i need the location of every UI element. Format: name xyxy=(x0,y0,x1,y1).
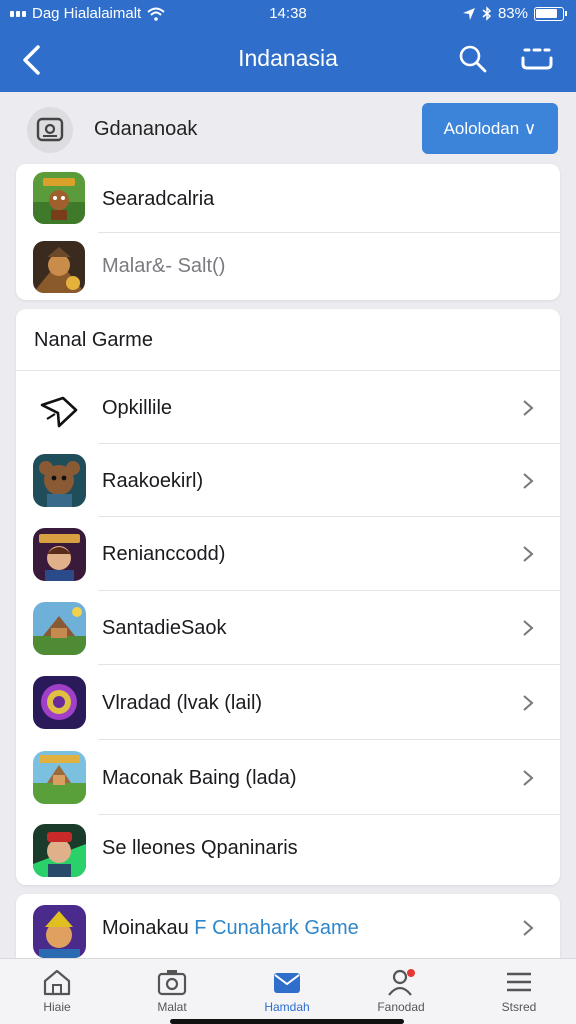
battery-percent: 83% xyxy=(497,5,528,22)
status-right: 83% xyxy=(462,5,567,22)
list-item[interactable]: SantadieSaok xyxy=(16,591,560,665)
more-icon[interactable] xyxy=(517,44,557,76)
camera-avatar[interactable] xyxy=(27,107,73,153)
chevron-right-icon xyxy=(523,546,534,562)
game-thumbnail-icon xyxy=(33,824,86,877)
nav-bar: Indanasia xyxy=(0,28,576,92)
game-thumbnail-icon xyxy=(33,676,86,729)
tab-profile[interactable]: Fanodad xyxy=(361,967,441,1014)
list-item[interactable]: Se lleones Qpaninaris xyxy=(16,815,560,885)
section-header: Nanal Garme xyxy=(16,309,560,371)
game-thumbnail-icon xyxy=(33,751,86,804)
list-item[interactable]: Maconak Baing (lada) xyxy=(16,740,560,815)
list-item[interactable]: Renianccodd) xyxy=(16,517,560,591)
list-item-label: Raakoekirl) xyxy=(102,470,204,492)
recent-list: Searadcalria Malar&- Salt() xyxy=(16,164,560,300)
tab-label: Fanodad xyxy=(377,1000,425,1014)
list-item[interactable]: Opkillile xyxy=(16,371,560,444)
list-item[interactable]: Vlradad (lvak (lail) xyxy=(16,665,560,740)
person-icon xyxy=(388,969,415,996)
promo-text: Moinakau F Cunahark Game xyxy=(102,917,359,940)
games-section: Nanal Garme Opkillile Raakoekirl) Renian… xyxy=(16,309,560,885)
promo-marker: F xyxy=(194,917,207,939)
menu-icon xyxy=(507,972,531,992)
home-icon xyxy=(43,969,71,996)
list-item-label: Renianccodd) xyxy=(102,543,226,565)
promo-highlight: Cunahark Game xyxy=(212,917,359,939)
list-item[interactable]: Searadcalria xyxy=(16,164,560,233)
chevron-right-icon xyxy=(523,473,534,489)
account-row: Gdananoak Aololodan ∨ xyxy=(0,92,576,164)
game-thumbnail-icon xyxy=(33,454,86,507)
game-thumbnail-icon xyxy=(33,905,86,958)
list-item-label: Opkillile xyxy=(102,397,173,419)
list-item-label: SantadieSaok xyxy=(102,617,227,639)
search-icon[interactable] xyxy=(456,42,490,76)
tab-label: Hamdah xyxy=(264,1000,310,1014)
home-indicator xyxy=(170,1019,404,1024)
game-thumbnail-icon xyxy=(33,528,86,581)
location-arrow-icon xyxy=(462,7,475,20)
chevron-right-icon xyxy=(523,770,534,786)
tab-bar: Hiaie Malat Hamdah Fanodad Stsred xyxy=(0,958,576,1024)
list-item-label: Searadcalria xyxy=(102,188,215,210)
tab-label: Hiaie xyxy=(43,1000,71,1014)
download-button[interactable]: Aololodan ∨ xyxy=(422,103,558,154)
list-item-label: Malar&- Salt() xyxy=(102,255,226,277)
list-item-label: Vlradad (lvak (lail) xyxy=(102,692,263,714)
camera-icon xyxy=(36,117,64,142)
status-bar: Dag Hialalaimalt 14:38 83% xyxy=(0,0,576,28)
tab-menu[interactable]: Stsred xyxy=(479,967,559,1014)
chevron-right-icon xyxy=(523,695,534,711)
battery-icon xyxy=(534,6,567,21)
game-thumbnail-icon xyxy=(33,172,85,224)
chevron-right-icon xyxy=(523,920,534,936)
camera-icon xyxy=(157,970,187,996)
section-title: Nanal Garme xyxy=(34,329,153,351)
game-thumbnail-icon xyxy=(33,241,85,293)
bluetooth-icon xyxy=(482,6,492,21)
list-item[interactable]: Malar&- Salt() xyxy=(16,233,560,300)
tab-label: Malat xyxy=(157,1000,187,1014)
list-item-label: Se lleones Qpaninaris xyxy=(102,837,298,859)
list-item-label: Maconak Baing (lada) xyxy=(102,767,297,789)
tab-mail[interactable]: Hamdah xyxy=(247,967,327,1014)
tab-home[interactable]: Hiaie xyxy=(17,967,97,1014)
chevron-right-icon xyxy=(523,400,534,416)
list-item[interactable]: Raakoekirl) xyxy=(16,444,560,517)
tab-label: Stsred xyxy=(501,1000,537,1014)
pen-nib-icon xyxy=(33,383,86,436)
game-thumbnail-icon xyxy=(33,602,86,655)
promo-row[interactable]: Moinakau F Cunahark Game xyxy=(16,894,560,958)
promo-label: Moinakau xyxy=(102,917,189,939)
mail-icon xyxy=(274,973,300,993)
chevron-right-icon xyxy=(523,620,534,636)
tab-camera[interactable]: Malat xyxy=(132,967,212,1014)
account-label: Gdananoak xyxy=(94,118,198,140)
